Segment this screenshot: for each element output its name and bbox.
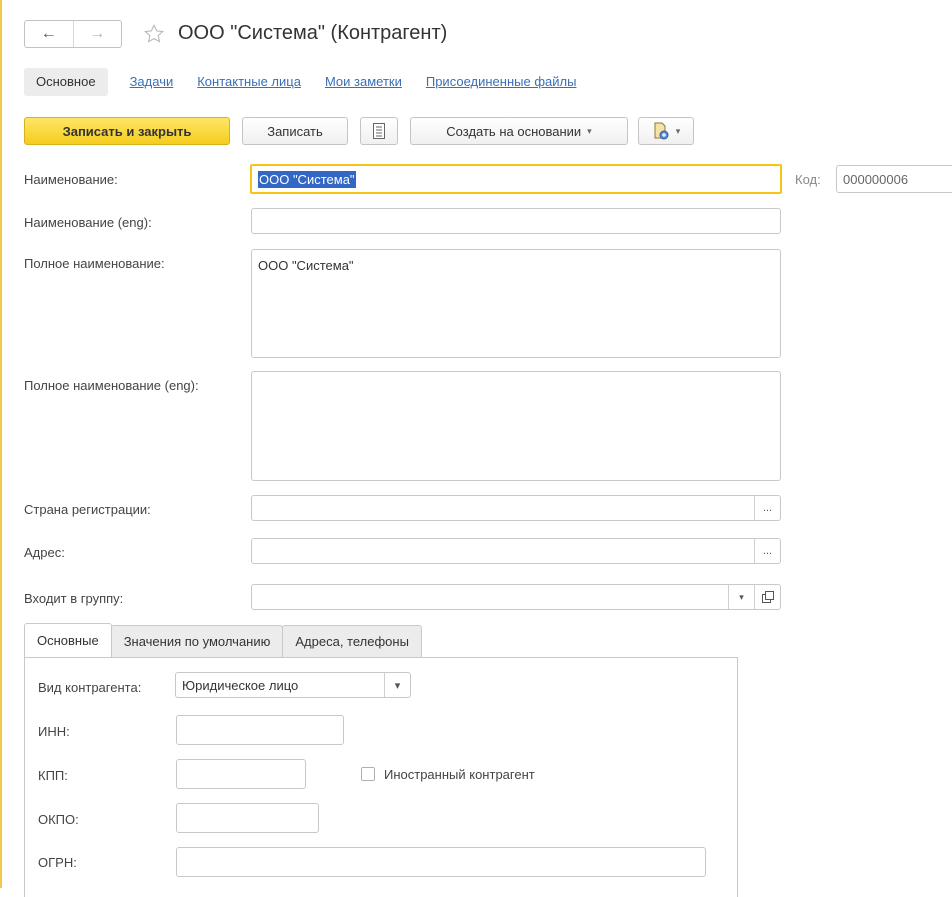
address-label: Адрес:	[24, 545, 65, 560]
address-select-button[interactable]: ...	[754, 539, 780, 563]
name-eng-field[interactable]	[251, 208, 781, 234]
back-button[interactable]: ←	[25, 21, 73, 47]
group-open-button[interactable]	[754, 585, 780, 609]
arrow-left-icon: ←	[40, 25, 57, 42]
history-nav: ← →	[24, 20, 122, 48]
country-select-button[interactable]: ...	[754, 496, 780, 520]
document-list-icon	[373, 123, 385, 139]
okpo-field[interactable]	[176, 803, 319, 833]
group-label: Входит в группу:	[24, 591, 124, 606]
save-button[interactable]: Записать	[242, 117, 348, 145]
chevron-down-icon: ▾	[739, 591, 744, 602]
section-files[interactable]: Присоединенные файлы	[420, 68, 583, 96]
create-based-on-button[interactable]: Создать на основании ▾	[410, 117, 628, 145]
ogrn-field[interactable]	[176, 847, 706, 877]
favorite-button[interactable]	[140, 20, 168, 48]
tab-addresses[interactable]: Адреса, телефоны	[282, 625, 422, 657]
kind-label: Вид контрагента:	[38, 680, 142, 695]
inn-label: ИНН:	[38, 724, 70, 739]
chevron-down-icon: ▾	[587, 125, 592, 136]
section-main[interactable]: Основное	[24, 68, 108, 96]
name-label: Наименование:	[24, 172, 118, 187]
report-button[interactable]	[360, 117, 398, 145]
foreign-label[interactable]: Иностранный контрагент	[384, 767, 535, 782]
group-dropdown-button[interactable]: ▾	[728, 585, 754, 609]
full-name-eng-label: Полное наименование (eng):	[24, 378, 199, 393]
name-field-value: ООО "Система"	[258, 170, 356, 188]
tab-basic[interactable]: Основные	[24, 623, 112, 657]
kind-select-value: Юридическое лицо	[182, 677, 299, 693]
name-eng-label: Наименование (eng):	[24, 215, 152, 230]
open-window-icon	[761, 591, 774, 603]
window-accent-bar	[0, 0, 2, 888]
address-field[interactable]: ...	[251, 538, 781, 564]
inn-field[interactable]	[176, 715, 344, 745]
kpp-label: КПП:	[38, 768, 68, 783]
star-icon	[144, 23, 164, 43]
chevron-down-icon: ▾	[675, 125, 681, 136]
arrow-right-icon: →	[89, 25, 106, 42]
section-tasks[interactable]: Задачи	[124, 68, 180, 96]
forward-button[interactable]: →	[72, 21, 122, 47]
full-name-label: Полное наименование:	[24, 256, 165, 271]
okpo-label: ОКПО:	[38, 812, 79, 827]
kind-select[interactable]: Юридическое лицо ▾	[175, 672, 411, 698]
group-field[interactable]: ▾	[251, 584, 781, 610]
kind-dropdown-button[interactable]: ▾	[384, 673, 410, 697]
chevron-down-icon: ▾	[394, 679, 401, 692]
window-title: ООО "Система" (Контрагент)	[178, 22, 448, 44]
name-field[interactable]: ООО "Система"	[250, 164, 782, 194]
foreign-checkbox[interactable]	[361, 767, 375, 781]
detail-tabs: Основные Значения по умолчанию Адреса, т…	[24, 623, 422, 657]
full-name-textarea[interactable]: ООО "Система"	[251, 249, 781, 358]
ogrn-label: ОГРН:	[38, 855, 77, 870]
section-contacts[interactable]: Контактные лица	[191, 68, 307, 96]
kpp-field[interactable]	[176, 759, 306, 789]
document-attach-icon	[654, 122, 669, 140]
full-name-eng-textarea[interactable]	[251, 371, 781, 481]
save-and-close-button[interactable]: Записать и закрыть	[24, 117, 230, 145]
country-label: Страна регистрации:	[24, 502, 151, 517]
tab-defaults[interactable]: Значения по умолчанию	[110, 625, 284, 657]
country-field[interactable]: ...	[251, 495, 781, 521]
create-based-on-label: Создать на основании	[446, 123, 582, 139]
print-menu-button[interactable]: ▾	[638, 117, 694, 145]
code-label: Код:	[795, 172, 821, 187]
section-notes[interactable]: Мои заметки	[319, 68, 408, 96]
section-nav: Основное Задачи Контактные лица Мои заме…	[24, 66, 594, 98]
code-field[interactable]: 000000006	[836, 165, 952, 193]
